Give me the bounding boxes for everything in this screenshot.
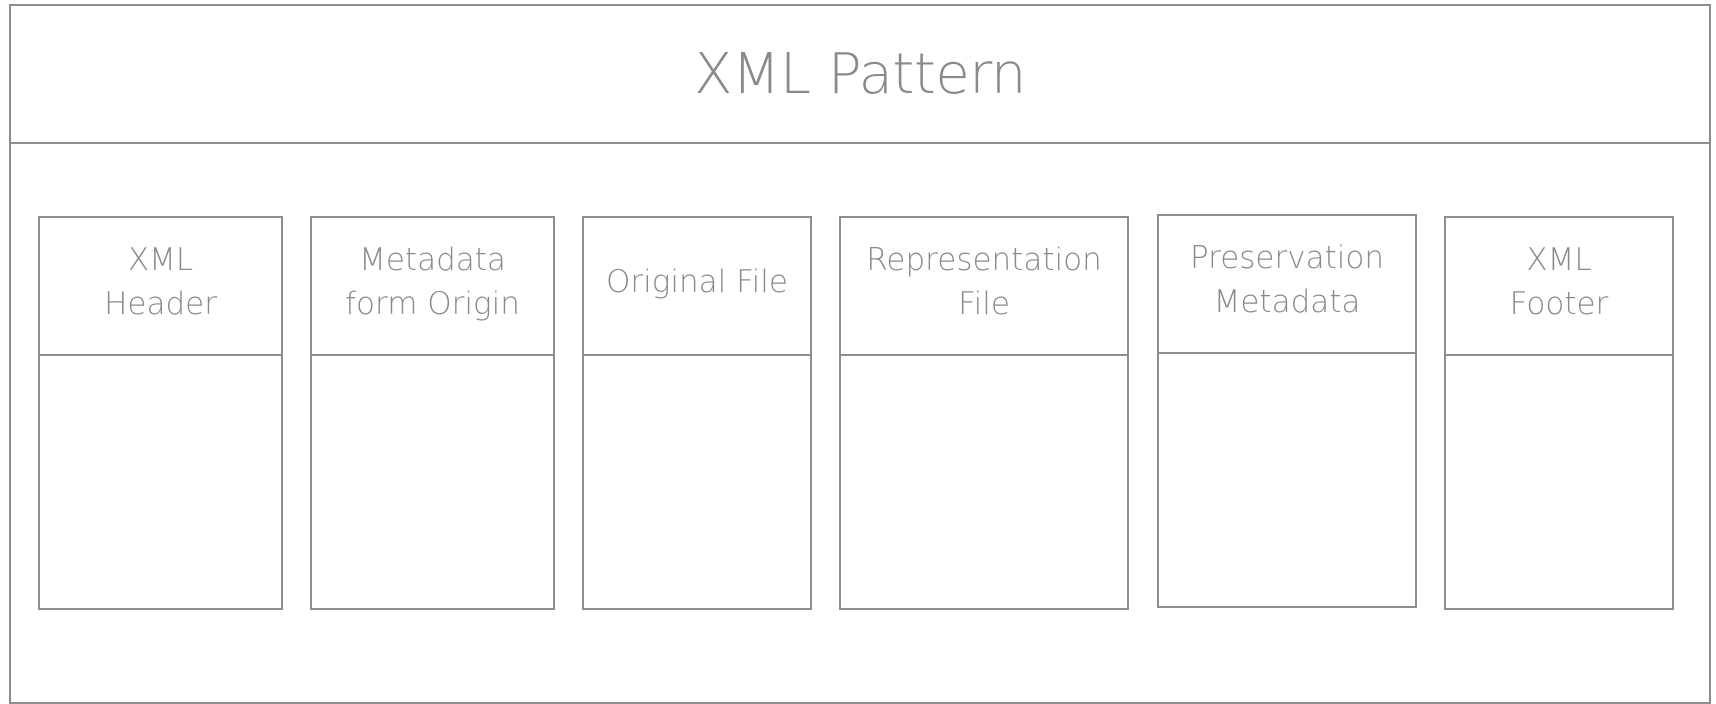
column-metadata-form-origin-label-line-2: form Origin (345, 286, 520, 322)
column-preservation-metadata: Preservation Metadata (1157, 214, 1417, 608)
column-xml-footer-head: XML Footer (1446, 218, 1672, 356)
column-xml-header-head: XML Header (40, 218, 281, 356)
column-original-file-label-line-1: Original File (606, 264, 788, 300)
column-original-file-label: Original File (606, 260, 788, 312)
column-metadata-form-origin-head: Metadata form Origin (312, 218, 553, 356)
column-xml-header-body (40, 356, 281, 608)
column-xml-header-label-line-2: Header (104, 286, 217, 322)
column-metadata-form-origin-label-line-1: Metadata (359, 242, 506, 278)
column-xml-footer: XML Footer (1444, 216, 1674, 610)
column-xml-header: XML Header (38, 216, 283, 610)
column-xml-footer-label-line-2: Footer (1509, 286, 1609, 322)
column-xml-header-label: XML Header (104, 238, 217, 334)
column-representation-file: Representation File (839, 216, 1129, 610)
column-preservation-metadata-head: Preservation Metadata (1159, 216, 1415, 354)
column-xml-footer-label: XML Footer (1510, 238, 1609, 334)
column-preservation-metadata-label: Preservation Metadata (1190, 236, 1384, 332)
diagram-title: XML Pattern (694, 41, 1026, 107)
column-representation-file-body (841, 356, 1127, 608)
column-representation-file-label-line-2: File (958, 286, 1010, 322)
frame-header: XML Pattern (11, 6, 1709, 144)
column-xml-footer-label-line-1: XML (1526, 242, 1592, 278)
column-original-file-body (584, 356, 810, 608)
column-representation-file-label: Representation File (866, 238, 1101, 334)
column-preservation-metadata-label-line-2: Metadata (1213, 284, 1361, 320)
column-original-file-head: Original File (584, 218, 810, 356)
column-original-file: Original File (582, 216, 812, 610)
column-metadata-form-origin: Metadata form Origin (310, 216, 555, 610)
column-xml-footer-body (1446, 356, 1672, 608)
column-representation-file-label-line-1: Representation (866, 242, 1102, 278)
column-metadata-form-origin-body (312, 356, 553, 608)
column-preservation-metadata-body (1159, 354, 1415, 606)
column-preservation-metadata-label-line-1: Preservation (1190, 240, 1384, 276)
column-metadata-form-origin-label: Metadata form Origin (345, 238, 520, 334)
column-xml-header-label-line-1: XML (127, 242, 194, 278)
column-representation-file-head: Representation File (841, 218, 1127, 356)
